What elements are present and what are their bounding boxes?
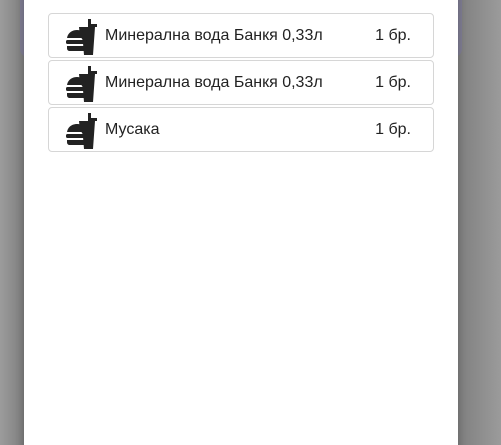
food-and-drink-icon	[65, 19, 99, 55]
food-and-drink-icon	[65, 113, 99, 149]
order-item[interactable]: Мусака 1 бр.	[48, 107, 434, 152]
item-quantity: 1 бр.	[375, 121, 411, 138]
item-name: Минерална вода Банкя 0,33л	[105, 74, 323, 91]
order-item[interactable]: Минерална вода Банкя 0,33л 1 бр.	[48, 13, 434, 58]
food-and-drink-icon	[64, 0, 98, 6]
order-item[interactable]: Минерална вода Банкя 0,33л 1 бр.	[48, 60, 434, 105]
item-name: Мусака	[105, 121, 160, 138]
item-quantity: 1 бр.	[375, 74, 411, 91]
order-items-modal: Минерална вода Банкя 0,33л 1 бр. Минерал…	[24, 0, 458, 445]
item-quantity: 1 бр.	[375, 27, 411, 44]
item-name: Минерална вода Банкя 0,33л	[105, 27, 323, 44]
food-and-drink-icon	[65, 66, 99, 102]
